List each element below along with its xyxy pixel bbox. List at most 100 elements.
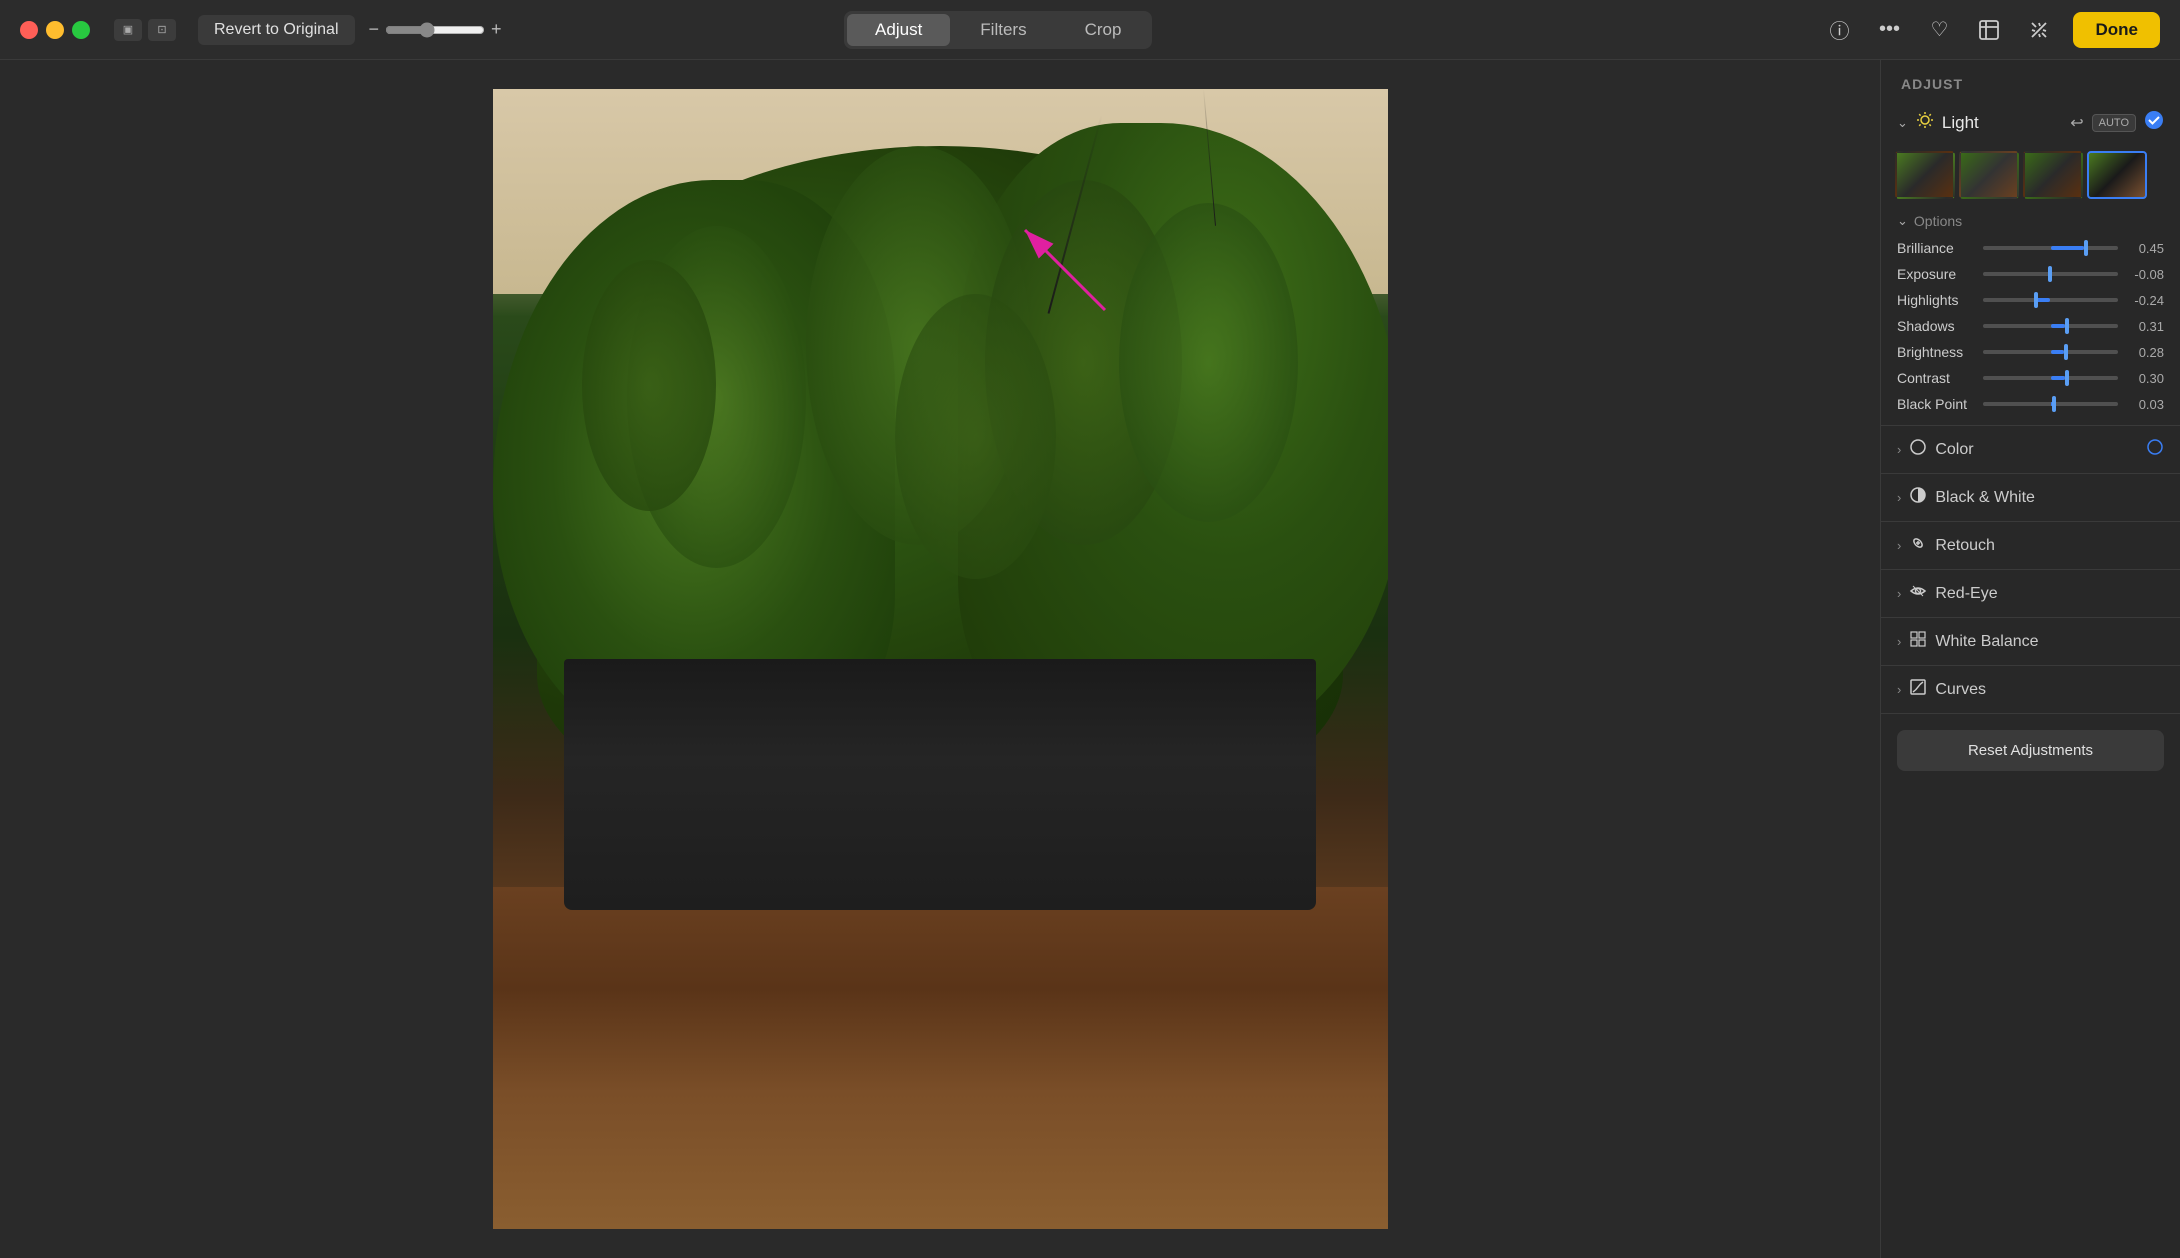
tab-crop[interactable]: Crop [1057, 14, 1150, 46]
preset-thumb-4[interactable] [2087, 151, 2147, 199]
zoom-controls: − + [369, 19, 502, 40]
red-eye-title: Red-Eye [1935, 585, 2164, 603]
wb-title: White Balance [1935, 633, 2164, 651]
curves-section[interactable]: › Curves [1881, 666, 2180, 714]
right-panel: ADJUST ⌄ [1880, 60, 2180, 1258]
light-reset-icon[interactable]: ↩ [2070, 113, 2083, 133]
curves-title: Curves [1935, 681, 2164, 699]
bw-circle-icon [1909, 486, 1927, 509]
nav-tabs: Adjust Filters Crop [844, 11, 1152, 49]
black-white-section[interactable]: › Black & White [1881, 474, 2180, 522]
moss-bump-5 [582, 260, 716, 511]
light-auto-button[interactable]: AUTO [2092, 114, 2136, 132]
close-button[interactable] [20, 21, 38, 39]
black-point-slider[interactable] [1983, 402, 2118, 406]
shadows-row: Shadows 0.31 [1881, 313, 2180, 339]
photo-container [493, 89, 1388, 1229]
preset-thumb-3[interactable] [2023, 151, 2083, 199]
moss-bump-4 [895, 294, 1056, 579]
red-eye-icon [1909, 582, 1927, 605]
split-view-button[interactable]: ⊡ [148, 19, 176, 41]
more-button[interactable]: ••• [1873, 14, 1905, 46]
black-point-thumb[interactable] [2052, 396, 2056, 412]
highlights-label: Highlights [1897, 292, 1975, 308]
brightness-value: 0.28 [2126, 345, 2164, 360]
reset-adjustments-button[interactable]: Reset Adjustments [1897, 730, 2164, 771]
minimize-button[interactable] [46, 21, 64, 39]
color-circle-icon [1909, 438, 1927, 461]
brightness-fill [2051, 350, 2065, 354]
options-label: Options [1914, 213, 1962, 229]
color-title: Color [1935, 441, 2138, 459]
brilliance-label: Brilliance [1897, 240, 1975, 256]
brilliance-slider[interactable] [1983, 246, 2118, 250]
exposure-row: Exposure -0.08 [1881, 261, 2180, 287]
brilliance-row: Brilliance 0.45 [1881, 235, 2180, 261]
exposure-label: Exposure [1897, 266, 1975, 282]
light-section-header[interactable]: ⌄ Light ↩ AUTO [1881, 100, 2180, 145]
curves-icon [1909, 678, 1927, 701]
contrast-slider[interactable] [1983, 376, 2118, 380]
brightness-row: Brightness 0.28 [1881, 339, 2180, 365]
tab-filters[interactable]: Filters [952, 14, 1054, 46]
window-view-controls: ▣ ⊡ [114, 19, 176, 41]
magic-button[interactable] [2023, 14, 2055, 46]
brightness-slider[interactable] [1983, 350, 2118, 354]
preset-thumb-1[interactable] [1895, 151, 1955, 199]
exposure-slider[interactable] [1983, 272, 2118, 276]
color-section[interactable]: › Color [1881, 426, 2180, 474]
highlights-value: -0.24 [2126, 293, 2164, 308]
done-button[interactable]: Done [2073, 12, 2160, 48]
black-point-value: 0.03 [2126, 397, 2164, 412]
fullscreen-button[interactable] [1973, 14, 2005, 46]
tab-adjust[interactable]: Adjust [847, 14, 950, 46]
highlights-thumb[interactable] [2034, 292, 2038, 308]
image-area [0, 60, 1880, 1258]
retouch-section[interactable]: › Retouch [1881, 522, 2180, 570]
shadows-fill [2051, 324, 2066, 328]
options-header[interactable]: ⌄ Options [1881, 209, 2180, 235]
zoom-out-button[interactable]: − [369, 19, 380, 40]
wb-chevron-icon: › [1897, 634, 1901, 649]
color-chevron-icon: › [1897, 442, 1901, 457]
main-content: ADJUST ⌄ [0, 60, 2180, 1258]
brilliance-thumb[interactable] [2084, 240, 2088, 256]
info-button[interactable]: ⓘ [1823, 14, 1855, 46]
white-balance-section[interactable]: › White Balance [1881, 618, 2180, 666]
shadows-thumb[interactable] [2065, 318, 2069, 334]
light-section-title: Light [1942, 113, 2062, 133]
revert-button[interactable]: Revert to Original [198, 15, 355, 45]
zoom-in-button[interactable]: + [491, 19, 502, 40]
light-sun-icon [1916, 111, 1934, 134]
brightness-label: Brightness [1897, 344, 1975, 360]
toolbar-right: ⓘ ••• ♡ Done [1823, 12, 2160, 48]
single-view-button[interactable]: ▣ [114, 19, 142, 41]
black-point-row: Black Point 0.03 [1881, 391, 2180, 417]
panel-header: ADJUST [1881, 60, 2180, 100]
preset-thumb-2[interactable] [1959, 151, 2019, 199]
exposure-thumb[interactable] [2048, 266, 2052, 282]
red-eye-section[interactable]: › Red-Eye [1881, 570, 2180, 618]
shadows-slider[interactable] [1983, 324, 2118, 328]
options-chevron-icon: ⌄ [1897, 213, 1908, 229]
light-check-icon [2144, 110, 2164, 135]
traffic-lights [20, 21, 90, 39]
maximize-button[interactable] [72, 21, 90, 39]
wb-grid-icon [1909, 630, 1927, 653]
light-presets [1881, 145, 2180, 209]
curves-chevron-icon: › [1897, 682, 1901, 697]
contrast-thumb[interactable] [2065, 370, 2069, 386]
brilliance-value: 0.45 [2126, 241, 2164, 256]
contrast-row: Contrast 0.30 [1881, 365, 2180, 391]
zoom-slider[interactable] [385, 22, 485, 38]
favorite-button[interactable]: ♡ [1923, 14, 1955, 46]
bw-title: Black & White [1935, 489, 2164, 507]
shadows-label: Shadows [1897, 318, 1975, 334]
red-eye-chevron-icon: › [1897, 586, 1901, 601]
planter-box [564, 659, 1316, 910]
highlights-slider[interactable] [1983, 298, 2118, 302]
brightness-thumb[interactable] [2064, 344, 2068, 360]
color-indicator [2146, 438, 2164, 461]
light-section: ⌄ Light ↩ AUTO [1881, 100, 2180, 426]
contrast-value: 0.30 [2126, 371, 2164, 386]
